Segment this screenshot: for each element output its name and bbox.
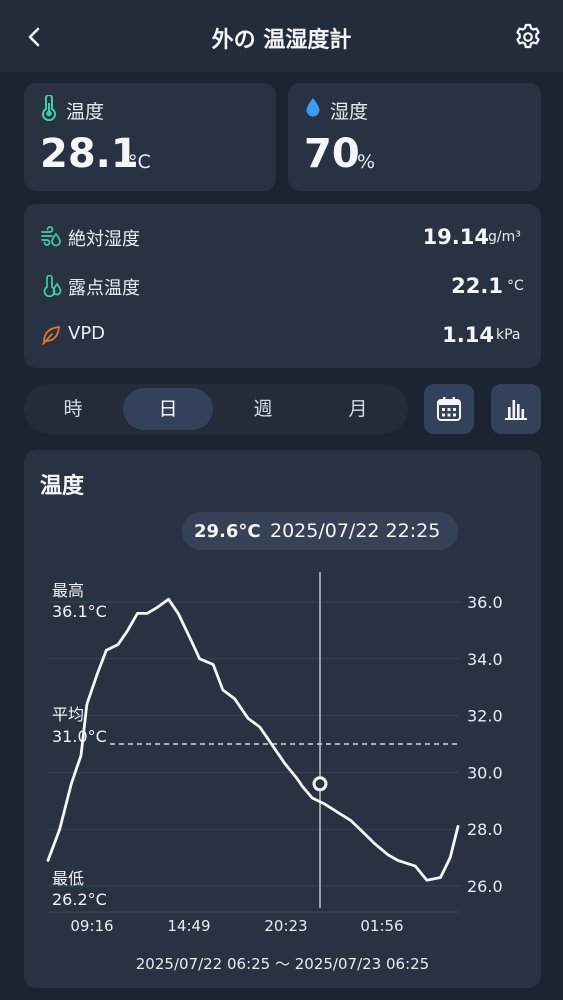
gear-icon xyxy=(516,23,540,49)
bar-chart-button[interactable] xyxy=(491,384,541,434)
humidity-value: 70 xyxy=(304,131,360,177)
humidity-unit: % xyxy=(357,151,376,173)
metric-row-dew-point: 露点温度 22.1 °C xyxy=(24,267,541,307)
metric-label: 露点温度 xyxy=(68,278,140,299)
bar-chart-icon xyxy=(505,400,527,420)
max-value: 36.1°C xyxy=(52,602,107,621)
y-tick-label: 30.0 xyxy=(467,763,503,782)
settings-button[interactable] xyxy=(513,22,545,54)
wind-drop-icon xyxy=(41,226,61,247)
x-tick-label: 14:49 xyxy=(167,917,210,935)
x-tick-label: 01:56 xyxy=(360,917,403,935)
avg-label: 平均 xyxy=(52,705,84,724)
metric-value: 19.14 xyxy=(422,225,489,249)
metric-unit: g/m³ xyxy=(488,229,521,245)
dew-point-icon xyxy=(43,275,62,297)
calendar-icon xyxy=(437,397,461,421)
tab-day[interactable]: 日 xyxy=(123,388,213,430)
y-tick-label: 26.0 xyxy=(467,877,503,896)
metric-row-absolute-humidity: 絶対湿度 19.14 g/m³ xyxy=(24,218,541,258)
temperature-value: 28.1 xyxy=(40,131,139,177)
metric-value: 22.1 xyxy=(451,274,503,298)
water-drop-icon xyxy=(306,98,320,117)
y-tick-label: 34.0 xyxy=(467,650,503,669)
metric-label: VPD xyxy=(68,323,106,344)
humidity-card: 湿度 70 % xyxy=(288,83,541,191)
y-tick-label: 36.0 xyxy=(467,593,503,612)
y-tick-label: 28.0 xyxy=(467,820,503,839)
temperature-unit: °C xyxy=(128,151,151,173)
tab-month[interactable]: 月 xyxy=(313,388,403,430)
top-bar: 外の 温湿度計 xyxy=(0,0,563,72)
leaf-icon xyxy=(42,326,60,345)
avg-value: 31.0°C xyxy=(52,727,107,746)
date-range-label: 2025/07/22 06:25 〜 2025/07/23 06:25 xyxy=(135,955,430,973)
metric-unit: kPa xyxy=(496,327,521,343)
min-label: 最低 xyxy=(52,869,84,888)
thermometer-icon xyxy=(42,95,56,121)
tab-hour[interactable]: 時 xyxy=(28,388,118,430)
temperature-chart-card: 温度 29.6°C 2025/07/22 22:25 36.0 34.0 32.0 3… xyxy=(24,450,541,988)
x-tick-label: 09:16 xyxy=(70,917,113,935)
humidity-label: 湿度 xyxy=(330,101,369,123)
temperature-series-line xyxy=(46,597,460,882)
metric-unit: °C xyxy=(507,278,524,294)
min-value: 26.2°C xyxy=(52,890,107,909)
cursor-point xyxy=(312,776,328,792)
temperature-line-chart[interactable]: 36.0 34.0 32.0 30.0 28.0 26.0 09:16 14:49 20:23… xyxy=(24,450,541,950)
temperature-card: 温度 28.1 °C xyxy=(24,83,276,191)
metrics-card: 絶対湿度 19.14 g/m³ 露点温度 22.1 °C VPD 1.14 kP… xyxy=(24,204,541,368)
page-title: 外の 温湿度計 xyxy=(211,28,352,53)
temperature-label: 温度 xyxy=(66,101,105,123)
tab-week[interactable]: 週 xyxy=(218,388,308,430)
metric-value: 1.14 xyxy=(442,323,494,347)
calendar-button[interactable] xyxy=(424,384,474,434)
max-label: 最高 xyxy=(52,581,84,600)
y-tick-label: 32.0 xyxy=(467,707,503,726)
period-selector: 時 日 週 月 xyxy=(24,384,408,434)
x-tick-label: 20:23 xyxy=(264,917,307,935)
metric-label: 絶対湿度 xyxy=(68,229,140,250)
metric-row-vpd: VPD 1.14 kPa xyxy=(24,316,541,356)
